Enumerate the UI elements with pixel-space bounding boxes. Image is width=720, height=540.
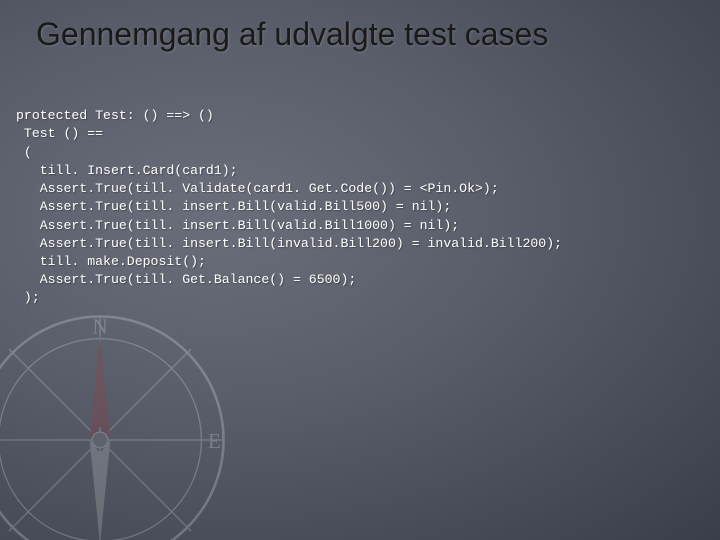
slide-container: Gennemgang af udvalgte test cases protec… (0, 0, 720, 540)
compass-graphic: N S E W (0, 310, 230, 540)
code-line: till. Insert.Card(card1); (16, 163, 238, 178)
code-line: ); (16, 290, 40, 305)
code-line: Assert.True(till. Get.Balance() = 6500); (16, 272, 356, 287)
code-line: Assert.True(till. insert.Bill(valid.Bill… (16, 218, 459, 233)
code-line: Test () == (16, 126, 103, 141)
code-line: till. make.Deposit(); (16, 254, 206, 269)
code-line: ( (16, 145, 32, 160)
code-block: protected Test: () ==> () Test () == ( t… (0, 65, 720, 326)
svg-text:E: E (208, 430, 221, 453)
slide-title: Gennemgang af udvalgte test cases (0, 0, 720, 65)
code-line: Assert.True(till. insert.Bill(valid.Bill… (16, 199, 451, 214)
code-line: protected Test: () ==> () (16, 108, 214, 123)
code-line: Assert.True(till. insert.Bill(invalid.Bi… (16, 236, 562, 251)
code-line: Assert.True(till. Validate(card1. Get.Co… (16, 181, 499, 196)
